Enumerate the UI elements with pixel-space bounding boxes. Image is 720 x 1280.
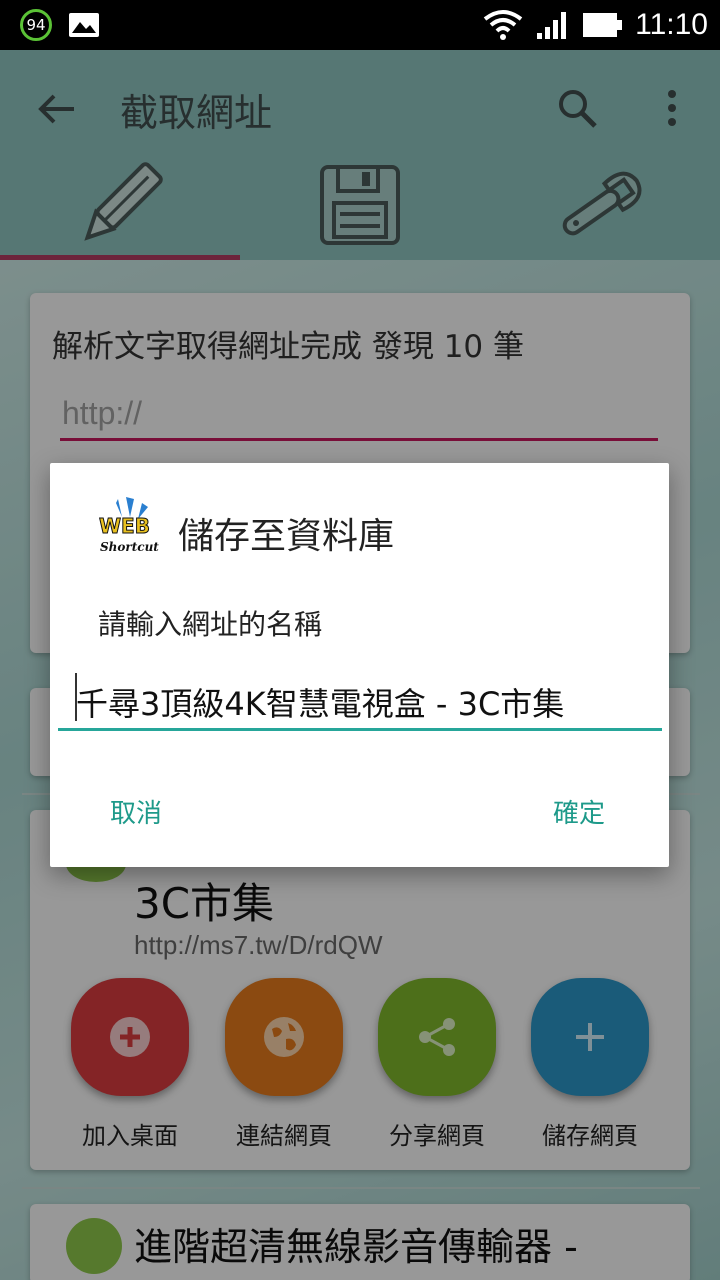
battery-icon bbox=[583, 13, 623, 37]
confirm-button[interactable]: 確定 bbox=[553, 793, 605, 830]
wifi-icon bbox=[483, 10, 523, 40]
web-shortcut-logo: WEB Shortcut bbox=[99, 497, 159, 554]
signal-icon bbox=[537, 12, 567, 39]
name-input-value: 千尋3頂級4K智慧電視盒 - 3C市集 bbox=[76, 685, 565, 723]
dialog-title: 儲存至資料庫 bbox=[178, 516, 395, 557]
svg-text:Shortcut: Shortcut bbox=[100, 540, 159, 554]
clock: 11:10 bbox=[635, 8, 708, 41]
svg-text:WEB: WEB bbox=[99, 514, 150, 538]
save-dialog: WEB Shortcut 儲存至資料庫 請輸入網址的名稱 千尋3頂級4K智慧電視… bbox=[50, 463, 669, 867]
cancel-button[interactable]: 取消 bbox=[110, 793, 162, 830]
status-bar: 94 11:10 bbox=[0, 0, 720, 50]
dialog-message: 請輸入網址的名稱 bbox=[98, 608, 323, 641]
gallery-notification-icon bbox=[69, 13, 99, 37]
battery-saver-indicator: 94 bbox=[20, 9, 52, 41]
name-input[interactable]: 千尋3頂級4K智慧電視盒 - 3C市集 bbox=[58, 663, 662, 731]
